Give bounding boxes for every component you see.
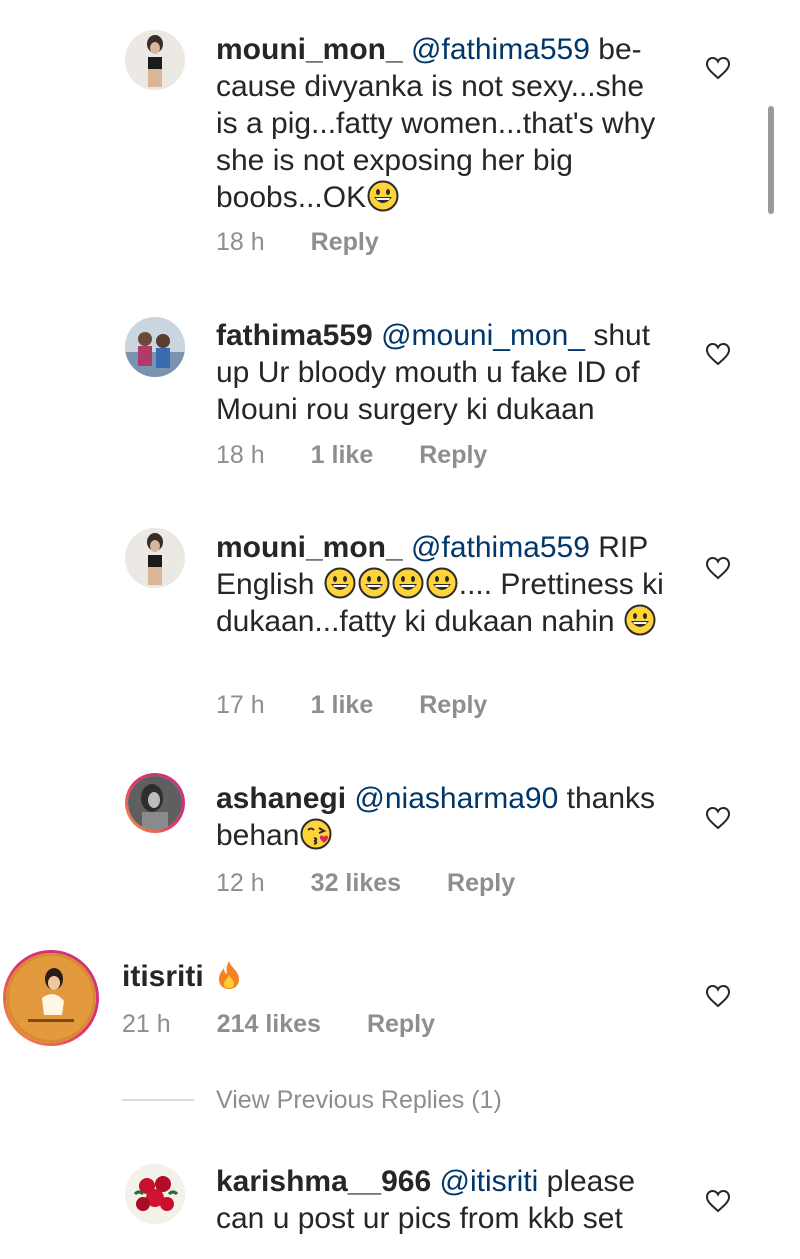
heart-icon[interactable] (705, 806, 731, 830)
face-blowing-kiss-emoji (300, 818, 332, 850)
avatar[interactable] (125, 30, 185, 90)
fire-emoji (213, 959, 245, 991)
heart-icon[interactable] (705, 556, 731, 580)
view-previous-replies-button[interactable]: View Previous Replies (1) (216, 1086, 502, 1115)
mention-link[interactable]: @fathima559 (411, 531, 590, 564)
timestamp: 18 h (216, 228, 265, 256)
comment-text: mouni_mon_ @fathima559 RIP English .... … (216, 529, 666, 640)
likes-count[interactable]: 32 likes (311, 869, 401, 898)
reply-button[interactable]: Reply (367, 1010, 435, 1039)
comment-text: ashanegi @niasharma90 thanks behan (216, 780, 666, 854)
avatar[interactable] (125, 1164, 185, 1224)
grinning-face-emoji (426, 567, 458, 599)
timestamp: 18 h (216, 441, 265, 469)
comment-meta: 18 h 1 like Reply (216, 441, 533, 470)
username[interactable]: ashanegi (216, 782, 346, 815)
avatar[interactable] (125, 528, 185, 588)
reply-button[interactable]: Reply (419, 691, 487, 720)
comment-meta: 21 h 214 likes Reply (122, 1010, 481, 1039)
mention-link[interactable]: @niasharma90 (354, 782, 558, 815)
avatar[interactable] (125, 773, 185, 833)
comment-text: itisriti (122, 958, 662, 995)
username[interactable]: mouni_mon_ (216, 531, 403, 564)
comment-text: mouni_mon_ @fathima559 be-cause divyanka… (216, 31, 666, 216)
heart-icon[interactable] (705, 1189, 731, 1213)
comment-text: fathima559 @mouni_mon_ shut up Ur bloody… (216, 317, 666, 428)
comment-body (204, 960, 212, 993)
username[interactable]: fathima559 (216, 319, 373, 352)
heart-icon[interactable] (705, 342, 731, 366)
timestamp: 17 h (216, 691, 265, 719)
heart-icon[interactable] (705, 984, 731, 1008)
grinning-face-emoji (367, 180, 399, 212)
username[interactable]: mouni_mon_ (216, 33, 403, 66)
heart-icon[interactable] (705, 56, 731, 80)
comment-meta: 12 h 32 likes Reply (216, 869, 561, 898)
reply-button[interactable]: Reply (419, 441, 487, 470)
comment-meta: 17 h 1 like Reply (216, 691, 533, 720)
timestamp: 21 h (122, 1010, 171, 1038)
likes-count[interactable]: 214 likes (217, 1010, 321, 1039)
comment-meta: 18 h Reply (216, 228, 425, 257)
mention-link[interactable]: @mouni_mon_ (381, 319, 585, 352)
mention-link[interactable]: @itisriti (440, 1165, 539, 1198)
reply-button[interactable]: Reply (311, 228, 379, 257)
avatar[interactable] (3, 950, 99, 1046)
replies-divider (122, 1099, 194, 1101)
mention-link[interactable]: @fathima559 (411, 33, 590, 66)
timestamp: 12 h (216, 869, 265, 897)
reply-button[interactable]: Reply (447, 869, 515, 898)
likes-count[interactable]: 1 like (311, 691, 374, 720)
username[interactable]: karishma__966 (216, 1165, 431, 1198)
grinning-face-emoji (624, 604, 656, 636)
username[interactable]: itisriti (122, 960, 204, 993)
comment-text: karishma__966 @itisriti please can u pos… (216, 1163, 666, 1237)
grinning-face-emoji (358, 567, 390, 599)
grinning-face-emoji (324, 567, 356, 599)
likes-count[interactable]: 1 like (311, 441, 374, 470)
scrollbar[interactable] (768, 106, 774, 214)
grinning-face-emoji (392, 567, 424, 599)
avatar[interactable] (125, 317, 185, 377)
